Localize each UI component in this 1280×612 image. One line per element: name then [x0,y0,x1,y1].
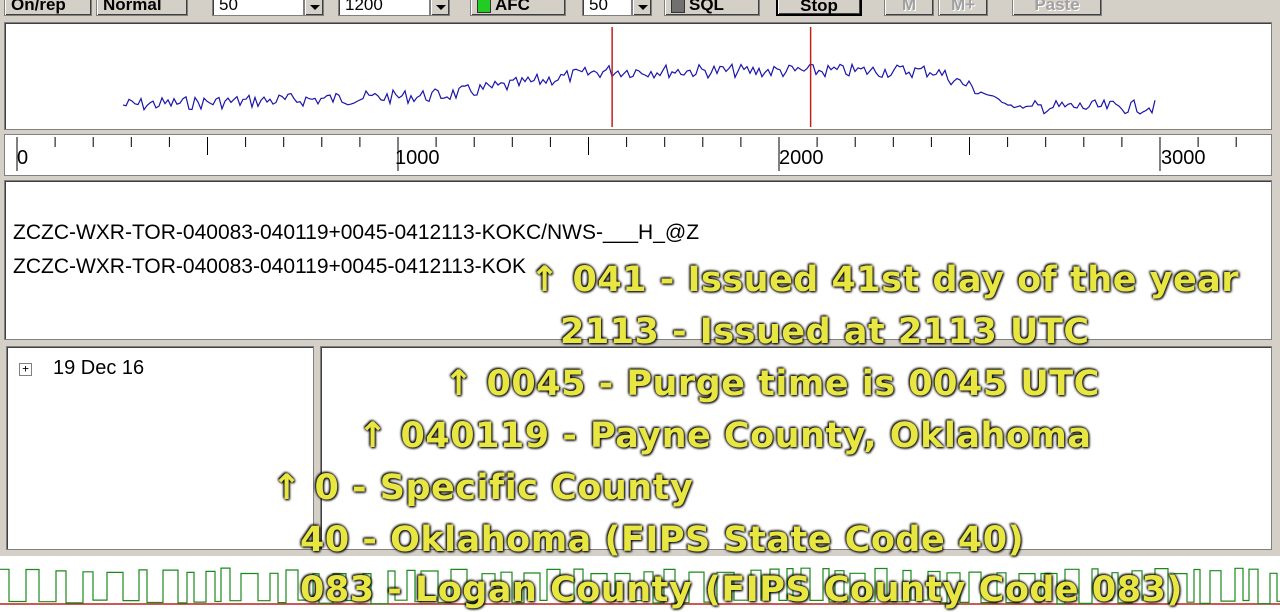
combo-3-field[interactable]: 50 [582,0,632,16]
spectrum-svg [122,27,1156,127]
ruler-label-0: 0 [17,147,29,169]
mode-button[interactable]: Normal [96,0,188,16]
m-button[interactable]: M [884,0,934,16]
combo-1-chevron-down-icon[interactable] [304,0,324,16]
sql-label: SQL [689,0,724,14]
annotation-oklahoma-state: 40 - Oklahoma (FIPS State Code 40) [300,520,1025,560]
annotation-specific-county: ↑ 0 - Specific County [272,468,694,508]
ruler-ticks [16,137,1237,171]
stop-button[interactable]: Stop [776,0,862,16]
afc-label: AFC [495,0,530,14]
frequency-ruler[interactable]: 0 1000 2000 3000 [4,134,1272,176]
afc-led-icon [477,0,491,14]
decoded-line-2: ZCZC-WXR-TOR-040083-040119+0045-0412113-… [13,255,527,278]
ruler-label-1000: 1000 [395,147,440,169]
sql-toggle[interactable]: SQL [664,0,760,16]
combo-2-chevron-down-icon[interactable] [430,0,450,16]
annotation-issue-time: 2113 - Issued at 2113 UTC [560,312,1090,352]
afc-toggle[interactable]: AFC [470,0,566,16]
annotation-logan-county: 083 - Logan County (FIPS County Code 083… [300,570,1183,610]
toolbar: On/rep Normal 50 1200 AFC 50 SQL Stop M … [0,0,1280,20]
spectrum-trace [122,62,1156,115]
tree-item-date[interactable]: 19 Dec 16 [53,357,144,380]
spectrum-markers [611,27,812,127]
spectrum-display[interactable] [4,22,1272,130]
sql-led-icon [671,0,685,14]
ruler-label-3000: 3000 [1161,147,1206,169]
message-tree[interactable]: + 19 Dec 16 [6,346,314,550]
combo-2-field[interactable]: 1200 [338,0,430,16]
annotation-purge-time: ↑ 0045 - Purge time is 0045 UTC [444,364,1100,404]
ruler-label-2000: 2000 [779,147,824,169]
m-plus-button[interactable]: M+ [938,0,988,16]
annotation-day-of-year: ↑ 041 - Issued 41st day of the year [530,260,1240,300]
combo-1-field[interactable]: 50 [212,0,304,16]
expand-icon[interactable]: + [19,363,32,376]
combo-3-chevron-down-icon[interactable] [632,0,652,16]
onrep-button[interactable]: On/rep [4,0,92,16]
decoded-line-1: ZCZC-WXR-TOR-040083-040119+0045-0412113-… [13,221,700,244]
annotation-payne-county: ↑ 040119 - Payne County, Oklahoma [358,416,1092,456]
paste-button[interactable]: Paste [1012,0,1102,16]
